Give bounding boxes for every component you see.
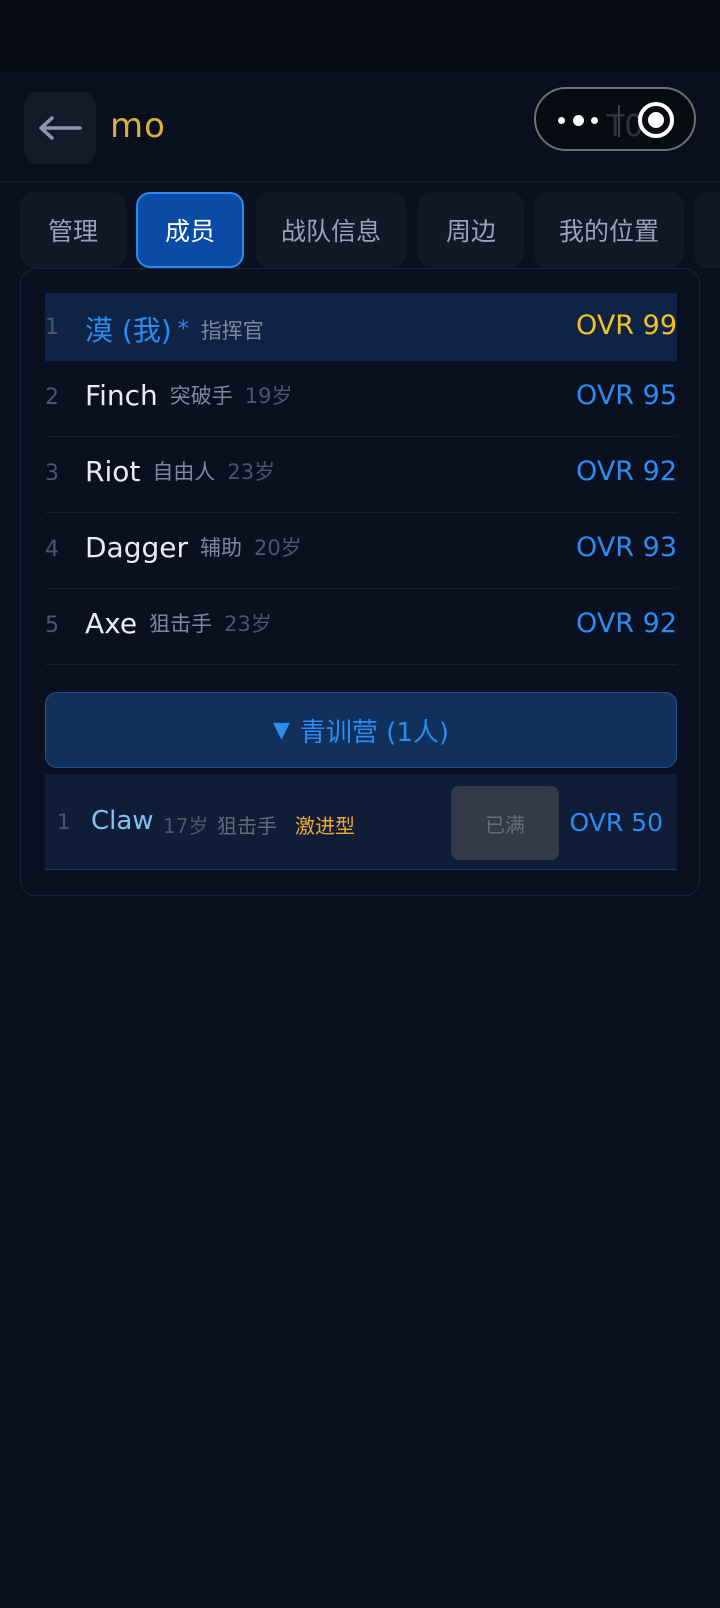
close-target-icon[interactable] bbox=[638, 102, 674, 138]
member-name-line: Dagger 辅助 20岁 bbox=[85, 531, 302, 564]
member-index: 5 bbox=[45, 613, 59, 638]
academy-toggle-button[interactable]: ▼ 青训营 (1人) bbox=[45, 692, 677, 768]
member-ovr: OVR 99 bbox=[576, 310, 677, 341]
top-bar: mo T0 bbox=[0, 72, 720, 182]
trainee-ovr: OVR 50 bbox=[569, 808, 663, 837]
member-index: 1 bbox=[45, 315, 59, 340]
member-row[interactable]: 2 Finch 突破手 19岁 OVR 95 bbox=[45, 361, 677, 437]
trainee-role: 狙击手 bbox=[217, 814, 277, 838]
member-name: Riot bbox=[85, 455, 141, 488]
member-name: Finch bbox=[85, 379, 158, 412]
member-ovr: OVR 95 bbox=[576, 380, 677, 411]
member-name: Dagger bbox=[85, 531, 189, 564]
member-name-line: Finch 突破手 19岁 bbox=[85, 379, 292, 412]
tab-my-position[interactable]: 我的位置 bbox=[534, 192, 684, 268]
member-row[interactable]: 5 Axe 狙击手 23岁 OVR 92 bbox=[45, 589, 677, 665]
back-button[interactable] bbox=[24, 92, 96, 164]
member-name-line: Riot 自由人 23岁 bbox=[85, 455, 275, 488]
trainee-name: Claw bbox=[91, 806, 154, 836]
member-name: Axe bbox=[85, 607, 138, 640]
captain-star: * bbox=[177, 317, 189, 342]
mini-program-capsule: T0 bbox=[534, 87, 696, 151]
tab-bar: 管理 成员 战队信息 周边 我的位置 bbox=[20, 192, 720, 268]
status-bar bbox=[0, 0, 720, 72]
member-role: 自由人 bbox=[152, 460, 216, 484]
more-dots-icon[interactable] bbox=[558, 105, 598, 135]
member-role: 突破手 bbox=[169, 384, 233, 408]
member-ovr: OVR 92 bbox=[576, 608, 677, 639]
tab-members[interactable]: 成员 bbox=[136, 192, 244, 268]
trainee-index: 1 bbox=[57, 810, 71, 834]
member-role: 狙击手 bbox=[149, 612, 213, 636]
member-row[interactable]: 3 Riot 自由人 23岁 OVR 92 bbox=[45, 437, 677, 513]
arrow-left-icon bbox=[39, 116, 82, 140]
tab-team-info[interactable]: 战队信息 bbox=[256, 192, 406, 268]
member-row[interactable]: 1 漠 (我) * 指挥官 OVR 99 bbox=[45, 293, 677, 361]
academy-label: 青训营 (1人) bbox=[299, 717, 450, 748]
tab-manage[interactable]: 管理 bbox=[20, 192, 126, 268]
member-name-line: Axe 狙击手 23岁 bbox=[85, 607, 272, 640]
member-role: 指挥官 bbox=[200, 319, 264, 343]
member-name-line: 漠 (我) * 指挥官 bbox=[85, 309, 264, 349]
triangle-down-icon: ▼ bbox=[272, 717, 290, 743]
member-age: 23岁 bbox=[224, 612, 272, 636]
tab-overflow[interactable] bbox=[694, 192, 720, 268]
tab-merch[interactable]: 周边 bbox=[418, 192, 524, 268]
member-index: 4 bbox=[45, 537, 59, 562]
member-index: 3 bbox=[45, 461, 59, 486]
trainee-row[interactable]: 1 Claw 17岁 狙击手 激进型 已满 OVR 50 bbox=[45, 774, 677, 870]
member-age: 19岁 bbox=[244, 384, 293, 408]
roster-card: 1 漠 (我) * 指挥官 OVR 99 2 Finch 突破手 19岁 OVR 95 … bbox=[20, 268, 700, 896]
member-age: 23岁 bbox=[227, 460, 276, 484]
member-ovr: OVR 92 bbox=[576, 456, 677, 487]
member-ovr: OVR 93 bbox=[576, 532, 677, 563]
promote-button-disabled[interactable]: 已满 bbox=[451, 786, 559, 860]
member-age: 20岁 bbox=[254, 536, 302, 560]
team-title: mo bbox=[110, 106, 166, 146]
member-index: 2 bbox=[45, 385, 59, 410]
member-name: 漠 (我) bbox=[85, 314, 172, 347]
member-role: 辅助 bbox=[200, 536, 243, 560]
member-row[interactable]: 4 Dagger 辅助 20岁 OVR 93 bbox=[45, 513, 677, 589]
capsule-divider bbox=[618, 105, 620, 137]
trainee-age: 17岁 bbox=[163, 814, 209, 838]
trainee-trait: 激进型 bbox=[295, 814, 355, 838]
